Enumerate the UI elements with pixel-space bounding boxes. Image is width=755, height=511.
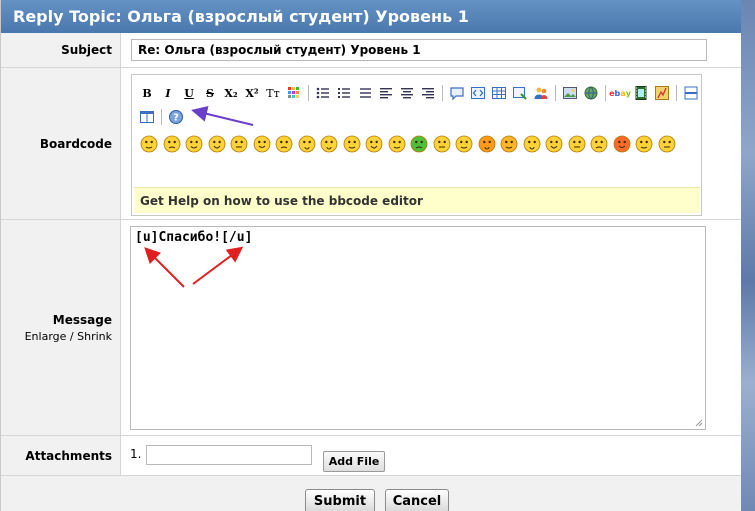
svg-text:?: ? xyxy=(173,113,179,124)
columns-icon[interactable] xyxy=(138,108,156,126)
smiley-icon[interactable] xyxy=(185,135,203,153)
smiley-icon[interactable] xyxy=(275,135,293,153)
quote-icon[interactable] xyxy=(448,84,466,102)
form-actions: Submit Cancel xyxy=(1,476,741,511)
toolbar-separator xyxy=(161,109,162,125)
smiley-icon[interactable] xyxy=(478,135,496,153)
smiley-icon[interactable] xyxy=(343,135,361,153)
strike-button[interactable]: S xyxy=(201,84,219,102)
smiley-icon[interactable] xyxy=(410,135,428,153)
enlarge-link[interactable]: Enlarge xyxy=(25,330,67,343)
shrink-link[interactable]: Shrink xyxy=(77,330,112,343)
ebay-icon[interactable]: ebay xyxy=(609,84,631,102)
toolbar-separator xyxy=(605,85,606,101)
reply-form: Reply Topic: Ольга (взрослый студент) Ур… xyxy=(0,0,741,511)
code-icon[interactable] xyxy=(469,84,487,102)
message-label: Message xyxy=(52,313,112,327)
smiley-icon[interactable] xyxy=(590,135,608,153)
subject-label: Subject xyxy=(1,33,121,67)
web-image-icon[interactable] xyxy=(582,84,600,102)
attachment-file-input[interactable] xyxy=(146,445,312,465)
subscript-button[interactable]: X₂ xyxy=(222,84,240,102)
attachments-label: Attachments xyxy=(1,436,121,475)
message-resize-links: Enlarge / Shrink xyxy=(25,330,112,343)
smiley-panel xyxy=(140,135,700,157)
bbcode-help-link[interactable]: Get Help on how to use the bbcode editor xyxy=(134,187,700,213)
page-title: Reply Topic: Ольга (взрослый студент) Ур… xyxy=(1,0,741,33)
smiley-icon[interactable] xyxy=(320,135,338,153)
users-icon[interactable] xyxy=(532,84,550,102)
message-label-cell: Message Enlarge / Shrink xyxy=(1,220,121,435)
boardcode-row: Boardcode B I U S X₂ X² Tт e b a y ? Get… xyxy=(1,68,741,220)
align-left-icon[interactable] xyxy=(377,84,395,102)
message-row: Message Enlarge / Shrink [u]Спасибо![/u] xyxy=(1,220,741,436)
resize-separator: / xyxy=(69,330,74,343)
smiley-icon[interactable] xyxy=(140,135,158,153)
smiley-icon[interactable] xyxy=(613,135,631,153)
smiley-icon[interactable] xyxy=(208,135,226,153)
submit-button[interactable]: Submit xyxy=(305,489,375,511)
bold-button[interactable]: B xyxy=(138,84,156,102)
bbcode-editor: B I U S X₂ X² Tт e b a y ? Get Help on h… xyxy=(131,74,702,216)
insert-link-icon[interactable] xyxy=(511,84,529,102)
bbcode-toolbar: B I U S X₂ X² Tт e b a y xyxy=(138,83,703,103)
smiley-icon[interactable] xyxy=(365,135,383,153)
smiley-icon[interactable] xyxy=(455,135,473,153)
boardcode-label: Boardcode xyxy=(1,68,121,219)
smiley-icon[interactable] xyxy=(230,135,248,153)
align-right-icon[interactable] xyxy=(419,84,437,102)
smiley-icon[interactable] xyxy=(568,135,586,153)
list-item-icon[interactable] xyxy=(356,84,374,102)
superscript-button[interactable]: X² xyxy=(243,84,261,102)
font-size-button[interactable]: Tт xyxy=(264,84,282,102)
smiley-icon[interactable] xyxy=(388,135,406,153)
message-text: [u]Спасибо![/u] xyxy=(135,230,253,245)
italic-button[interactable]: I xyxy=(159,84,177,102)
smiley-icon[interactable] xyxy=(433,135,451,153)
toolbar-separator xyxy=(555,85,556,101)
smiley-icon[interactable] xyxy=(298,135,316,153)
align-center-icon[interactable] xyxy=(398,84,416,102)
video-icon[interactable] xyxy=(632,84,650,102)
smiley-icon[interactable] xyxy=(163,135,181,153)
table-icon[interactable] xyxy=(490,84,508,102)
smiley-icon[interactable] xyxy=(523,135,541,153)
color-grid-icon[interactable] xyxy=(285,84,303,102)
resize-grip-icon[interactable] xyxy=(695,419,703,427)
attachment-number: 1. xyxy=(130,447,142,461)
help-icon[interactable]: ? xyxy=(167,108,185,126)
add-file-button[interactable]: Add File xyxy=(323,451,385,472)
bbcode-toolbar-row-2: ? xyxy=(138,107,188,127)
smiley-icon[interactable] xyxy=(635,135,653,153)
background-strip xyxy=(740,0,755,511)
image-icon[interactable] xyxy=(561,84,579,102)
horizontal-rule-icon[interactable] xyxy=(682,84,700,102)
underline-button[interactable]: U xyxy=(180,84,198,102)
smiley-icon[interactable] xyxy=(658,135,676,153)
toolbar-separator xyxy=(676,85,677,101)
smiley-icon[interactable] xyxy=(253,135,271,153)
toolbar-separator xyxy=(442,85,443,101)
attachments-row: Attachments 1. Add File xyxy=(1,436,741,476)
message-textarea[interactable]: [u]Спасибо![/u] xyxy=(130,226,706,430)
cancel-button[interactable]: Cancel xyxy=(385,489,449,511)
smiley-icon[interactable] xyxy=(500,135,518,153)
smiley-icon[interactable] xyxy=(545,135,563,153)
bullet-list-icon[interactable] xyxy=(314,84,332,102)
numbered-list-icon[interactable] xyxy=(335,84,353,102)
flash-icon[interactable] xyxy=(653,84,671,102)
subject-row: Subject Re: Ольга (взрослый студент) Уро… xyxy=(1,33,741,68)
subject-input[interactable]: Re: Ольга (взрослый студент) Уровень 1 xyxy=(131,39,707,61)
toolbar-separator xyxy=(308,85,309,101)
